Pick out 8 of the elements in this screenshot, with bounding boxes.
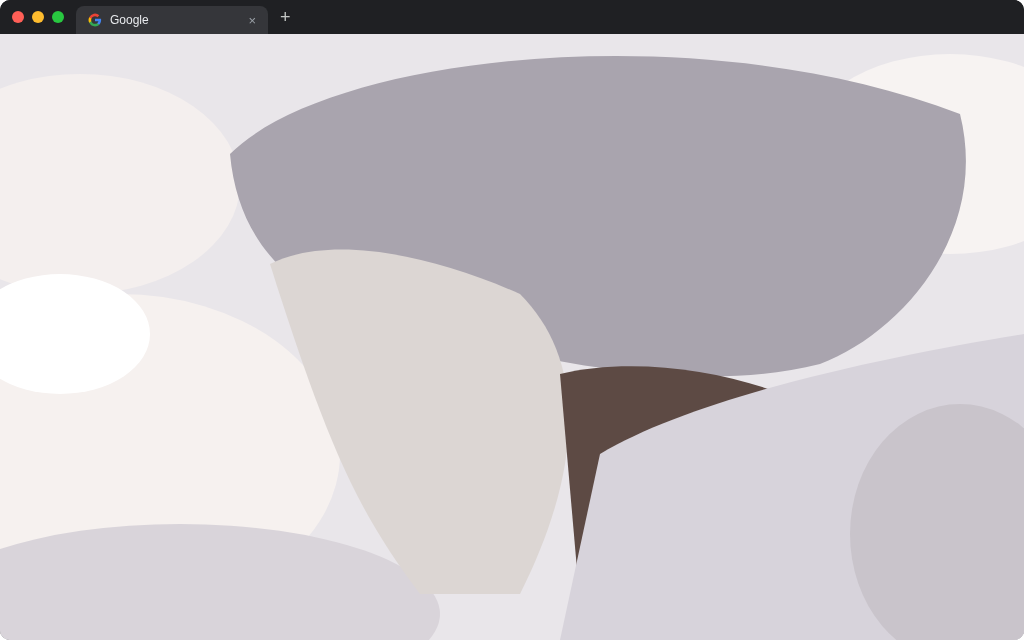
google-logo-icon [88,13,102,27]
browser-tab[interactable]: Google × [76,6,268,34]
maximize-window-button[interactable] [52,11,64,23]
new-tab-button[interactable]: + [280,8,291,26]
close-window-button[interactable] [12,11,24,23]
tab-title: Google [110,12,150,29]
tab-close-button[interactable]: × [248,13,256,27]
minimize-window-button[interactable] [32,11,44,23]
